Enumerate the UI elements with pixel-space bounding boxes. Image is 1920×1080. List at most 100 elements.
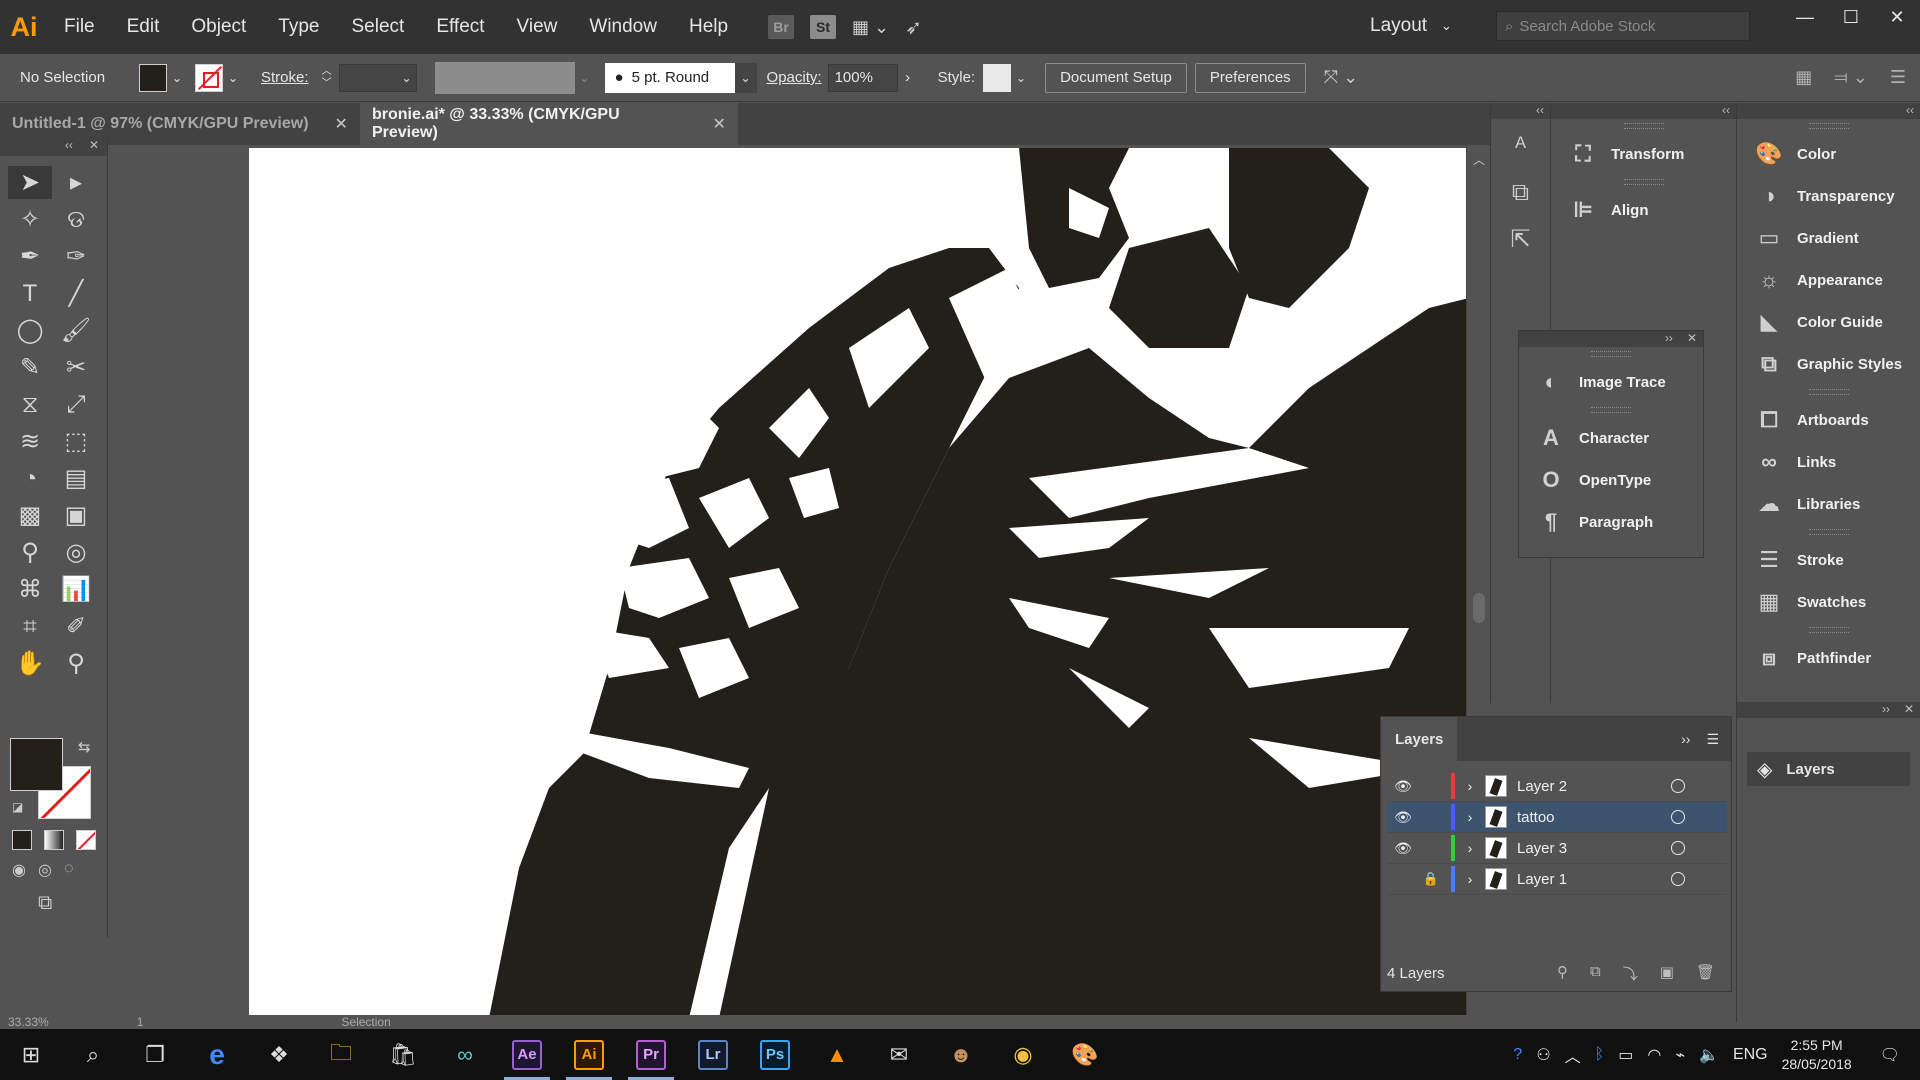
layer-name[interactable]: Layer 2 [1517, 778, 1667, 795]
start-button-icon[interactable]: ⊞ [0, 1029, 62, 1080]
shaper-tool-icon[interactable]: ✎ [8, 351, 52, 384]
layer-row[interactable]: 👁 › Layer 3 [1387, 833, 1727, 864]
mesh-tool-icon[interactable]: ▩ [8, 499, 52, 532]
graph-tool-icon[interactable]: 📊 [54, 573, 98, 606]
panel-appearance[interactable]: ☼ Appearance [1737, 259, 1920, 301]
trash-icon[interactable]: 🗑 [1696, 963, 1715, 984]
gradient-mode-icon[interactable] [44, 830, 64, 850]
menu-type[interactable]: Type [262, 16, 335, 38]
chevron-up-icon[interactable]: ︿ [1565, 1043, 1581, 1067]
store-icon[interactable]: 🛍 [372, 1029, 434, 1080]
lasso-icon[interactable]: ଡ [54, 203, 98, 236]
collapse-icon[interactable]: ‹‹ [1906, 103, 1914, 119]
group-grip[interactable] [1551, 119, 1736, 133]
grid-icon[interactable]: ▦ [1795, 67, 1812, 88]
menu-select[interactable]: Select [336, 16, 421, 38]
mail-icon[interactable]: ✉ [868, 1029, 930, 1080]
panel-links[interactable]: ∞ Links [1737, 441, 1920, 483]
slice-tool-icon[interactable]: ✐ [54, 610, 98, 643]
magic-wand-icon[interactable]: ✧ [8, 203, 52, 236]
clock[interactable]: 2:55 PM 28/05/2018 [1782, 1036, 1852, 1074]
target-icon[interactable] [1671, 872, 1685, 886]
premiere-app[interactable]: Pr [620, 1029, 682, 1080]
artboard[interactable] [249, 148, 1469, 1015]
close-icon[interactable]: ✕ [1904, 702, 1914, 718]
file-explorer-icon[interactable]: 🗀 [310, 1029, 372, 1080]
chevron-down-icon[interactable]: ⌄ [734, 62, 757, 93]
chevron-right-icon[interactable]: › [1455, 809, 1485, 825]
gpu-performance-icon[interactable]: ➶ [905, 15, 922, 40]
fill-color-box[interactable] [10, 738, 63, 791]
line-tool-icon[interactable]: ╱ [54, 277, 98, 310]
panel-artboards[interactable]: ⧠ Artboards [1737, 399, 1920, 441]
panel-character[interactable]: A Character [1519, 417, 1703, 459]
variable-width-profile[interactable] [434, 61, 575, 94]
chevron-down-icon[interactable]: ⌄ [223, 64, 243, 92]
collapse-icon[interactable]: ‹‹ [65, 138, 73, 156]
group-grip[interactable] [1737, 119, 1920, 133]
collapse-icon[interactable]: ‹‹ [1722, 103, 1730, 119]
chevron-right-icon[interactable]: › [1455, 778, 1485, 794]
clipping-mask-icon[interactable]: ⧉ [1590, 963, 1601, 984]
panel-image-trace[interactable]: ◐ Image Trace [1519, 361, 1703, 403]
panel-color-guide[interactable]: ◣ Color Guide [1737, 301, 1920, 343]
blend-tool-icon[interactable]: ◎ [54, 536, 98, 569]
type-on-path-icon[interactable]: ᴬ [1501, 129, 1541, 165]
maximize-icon[interactable]: ☐ [1828, 0, 1874, 34]
new-sublayer-icon[interactable]: ⤵ [1623, 963, 1638, 984]
new-layer-icon[interactable]: ▣ [1660, 963, 1674, 984]
tab-bronie[interactable]: bronie.ai* @ 33.33% (CMYK/GPU Preview) ✕ [359, 103, 738, 145]
language-indicator[interactable]: ENG [1733, 1046, 1768, 1064]
panel-opentype[interactable]: O OpenType [1519, 459, 1703, 501]
menu-object[interactable]: Object [175, 16, 262, 38]
panel-color[interactable]: 🎨 Color [1737, 133, 1920, 175]
scale-tool-icon[interactable]: ⤢ [54, 388, 98, 421]
chevron-down-icon[interactable]: ⌄ [167, 64, 187, 92]
help-icon[interactable]: ? [1513, 1046, 1522, 1064]
default-colors-icon[interactable]: ◪ [12, 800, 23, 814]
search-icon[interactable]: ⌕ [62, 1029, 124, 1080]
menu-file[interactable]: File [48, 16, 111, 38]
collapse-icon[interactable]: ‹‹ [1536, 103, 1544, 119]
close-icon[interactable]: ✕ [1687, 331, 1697, 347]
draw-behind-icon[interactable]: ◎ [38, 860, 52, 880]
group-grip[interactable] [1519, 347, 1703, 361]
target-icon[interactable] [1671, 810, 1685, 824]
locate-object-icon[interactable]: ⚲ [1557, 963, 1568, 984]
stroke-label[interactable]: Stroke: [261, 69, 309, 86]
selection-tool-icon[interactable]: ➤ [8, 166, 52, 199]
stroke-weight-input[interactable]: ⌄ [338, 63, 417, 92]
battery-icon[interactable]: ▭ [1618, 1045, 1633, 1065]
panel-transform[interactable]: ⛶ Transform [1551, 133, 1736, 175]
color-mode-icon[interactable] [12, 830, 32, 850]
preferences-button[interactable]: Preferences [1194, 62, 1306, 93]
chevron-right-icon[interactable]: › [1455, 840, 1485, 856]
task-view-icon[interactable]: ❐ [124, 1029, 186, 1080]
chevron-right-icon[interactable]: › [898, 69, 918, 86]
lock-icon[interactable]: 🔒 [1419, 871, 1443, 887]
close-icon[interactable]: ✕ [335, 114, 348, 134]
power-icon[interactable]: ⌁ [1675, 1045, 1685, 1065]
eye-icon[interactable]: 👁 [1387, 809, 1419, 826]
menu-view[interactable]: View [501, 16, 574, 38]
menu-help[interactable]: Help [673, 16, 744, 38]
free-transform-icon[interactable]: ⬚ [54, 425, 98, 458]
swap-arrow-icon[interactable]: ⇆ [78, 738, 91, 756]
layer-row[interactable]: 👁 › tattoo [1387, 802, 1727, 833]
transform-options-icon[interactable]: ⤧ ⌄ [1324, 67, 1358, 88]
align-icon[interactable]: ⫤ ⌄ [1834, 67, 1868, 88]
paintbrush-icon[interactable]: 🖌 [54, 314, 98, 347]
export-icon[interactable]: ⇱ [1501, 221, 1541, 257]
panel-transparency[interactable]: ◑ Transparency [1737, 175, 1920, 217]
close-icon[interactable]: ✕ [89, 138, 99, 156]
minimize-icon[interactable]: — [1782, 0, 1828, 34]
panel-stroke[interactable]: ☰ Stroke [1737, 539, 1920, 581]
game-icon[interactable]: ☻ [930, 1029, 992, 1080]
photoshop-app[interactable]: Ps [744, 1029, 806, 1080]
canvas-area[interactable] [109, 145, 1476, 1015]
group-grip[interactable] [1519, 403, 1703, 417]
type-tool-icon[interactable]: T [8, 277, 52, 310]
warp-tool-icon[interactable]: ≋ [8, 425, 52, 458]
opacity-input[interactable]: 100% [827, 63, 898, 92]
panel-menu-icon[interactable]: ☰ [1706, 731, 1719, 748]
